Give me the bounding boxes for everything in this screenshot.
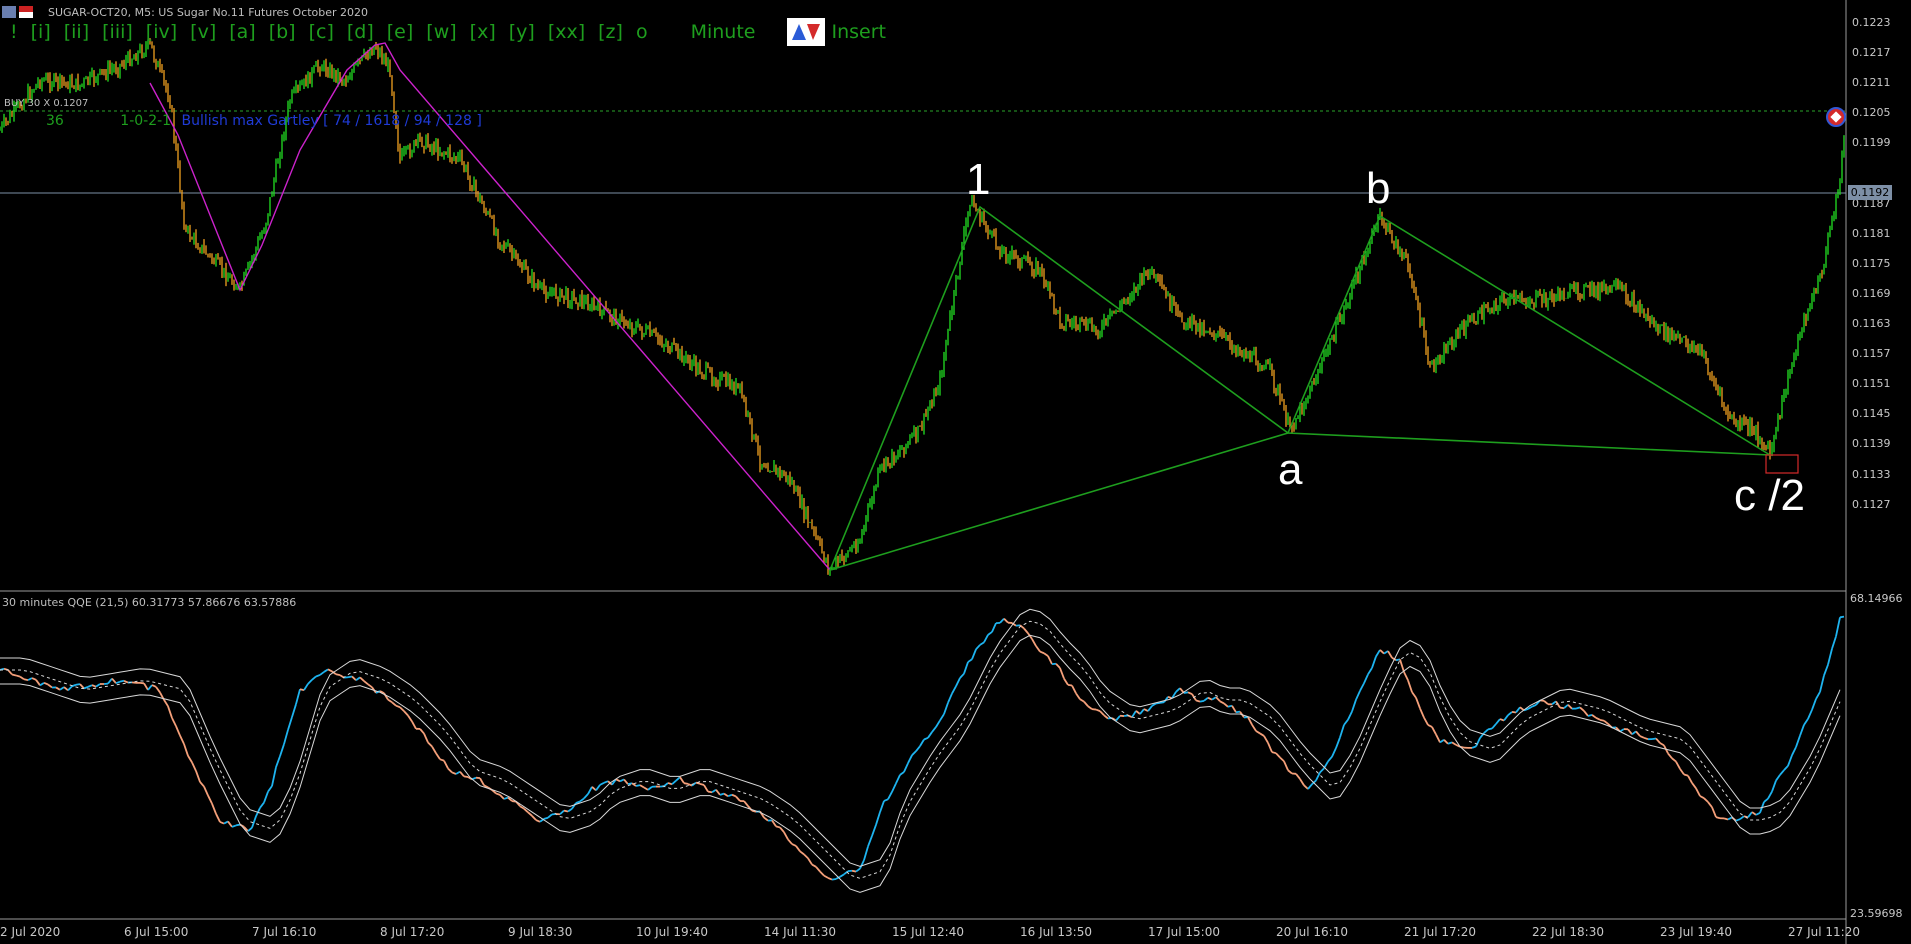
wave-label-c: c /2: [1734, 471, 1805, 520]
time-tick-label: 15 Jul 12:40: [892, 925, 964, 939]
window-icons: [2, 6, 33, 18]
wave-button[interactable]: [d]: [347, 21, 374, 43]
wave-toolbar: ! [i] [ii] [iii] [iv] [v] [a] [b] [c] [d] [e] [w] [x…: [10, 18, 886, 46]
wave-button[interactable]: [ii]: [64, 21, 89, 43]
target-marker-icon[interactable]: [1826, 107, 1846, 127]
price-tick-label: 0.1169: [1852, 286, 1891, 300]
pattern-bcd: [1286, 214, 1771, 456]
price-tick-label: 0.1199: [1852, 136, 1891, 150]
time-tick-label: 17 Jul 15:00: [1148, 925, 1220, 939]
pattern-ratio: 1-0-2-1: [120, 113, 172, 129]
price-tick-label: 0.1157: [1852, 347, 1891, 361]
wave-buttons: ! [i] [ii] [iii] [iv] [v] [a] [b] [c] [d] [e] [w] [x…: [10, 21, 661, 43]
wave-button[interactable]: [e]: [387, 21, 414, 43]
price-tick-label: 0.1175: [1852, 256, 1891, 270]
wave-label-b: b: [1366, 164, 1391, 213]
time-tick-label: 20 Jul 16:10: [1276, 925, 1348, 939]
time-tick-label: 22 Jul 18:30: [1532, 925, 1604, 939]
price-tick-label: 0.1139: [1852, 437, 1891, 451]
window-list-icon[interactable]: [2, 6, 16, 18]
time-tick-label: 23 Jul 19:40: [1660, 925, 1732, 939]
time-tick-label: 7 Jul 16:10: [252, 925, 317, 939]
price-tick-label: 0.1163: [1852, 317, 1891, 330]
wave-button[interactable]: [c]: [309, 21, 334, 43]
wave-button[interactable]: [x]: [470, 21, 496, 43]
wave-button[interactable]: [w]: [426, 21, 456, 43]
time-tick-label: 16 Jul 13:50: [1020, 925, 1092, 939]
wave-button[interactable]: [iii]: [102, 21, 133, 43]
price-tick-label: 0.1217: [1852, 46, 1891, 60]
time-tick-label: 10 Jul 19:40: [636, 925, 708, 939]
wave-button[interactable]: [b]: [269, 21, 296, 43]
price-tick-label: 0.1211: [1852, 76, 1891, 90]
wave-button[interactable]: !: [10, 21, 18, 43]
wave-button[interactable]: [iv]: [146, 21, 177, 43]
price-tick-label: 0.1151: [1852, 377, 1891, 391]
indicator-min-label: 23.59698: [1850, 907, 1903, 920]
timeframe-button[interactable]: Minute: [691, 21, 756, 43]
logo-icon[interactable]: [787, 18, 826, 46]
price-tick-label: 0.1133: [1852, 467, 1891, 481]
wave-button[interactable]: [xx]: [548, 21, 585, 43]
time-tick-label: 9 Jul 18:30: [508, 925, 573, 939]
wave-button[interactable]: [v]: [190, 21, 216, 43]
order-info: BUY 30 X 0.1207: [4, 98, 89, 109]
pattern-xab: [828, 205, 1290, 572]
wave-label-a: a: [1278, 445, 1303, 494]
wave-button[interactable]: [y]: [509, 21, 535, 43]
time-tick-label: 21 Jul 17:20: [1404, 925, 1476, 939]
current-price-label: 0.1192: [1848, 185, 1892, 200]
wave-button[interactable]: [z]: [598, 21, 623, 43]
qqe-indicator: [0, 608, 1845, 893]
insert-button[interactable]: Insert: [831, 21, 886, 43]
price-tick-label: 0.1205: [1852, 106, 1891, 120]
wave-button[interactable]: [i]: [31, 21, 51, 43]
price-tick-label: 0.1223: [1852, 16, 1891, 29]
indicator-title: 30 minutes QQE (21,5) 60.31773 57.86676 …: [2, 596, 297, 609]
price-tick-label: 0.1145: [1852, 407, 1891, 421]
time-tick-label: 8 Jul 17:20: [380, 925, 445, 939]
chart-canvas[interactable]: [0, 0, 1911, 944]
pattern-count: 36: [46, 113, 64, 129]
price-tick-label: 0.1127: [1852, 497, 1891, 511]
pattern-info: 36 1-0-2-1 Bullish max Gartley [ 74 / 16…: [4, 113, 482, 129]
time-tick-label: 27 Jul 11:20: [1788, 925, 1860, 939]
time-tick-label: 2 Jul 2020: [0, 925, 61, 939]
wave-label-1: 1: [966, 155, 991, 204]
wave-button[interactable]: [a]: [229, 21, 255, 43]
time-tick-label: 14 Jul 11:30: [764, 925, 836, 939]
wave-button[interactable]: o: [636, 21, 648, 43]
flag-icon: [19, 6, 33, 18]
indicator-max-label: 68.14966: [1850, 592, 1903, 605]
time-tick-label: 6 Jul 15:00: [124, 925, 189, 939]
price-tick-label: 0.1181: [1852, 226, 1891, 240]
pattern-description: Bullish max Gartley [ 74 / 1618 / 94 / 1…: [181, 113, 482, 129]
